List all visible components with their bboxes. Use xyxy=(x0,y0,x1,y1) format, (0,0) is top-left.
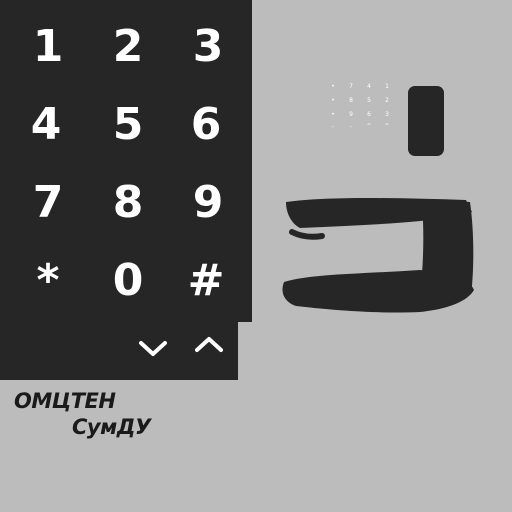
mini-key: 1 xyxy=(385,83,389,90)
mini-keypad-preview: • 7 4 1 • 8 5 2 • 9 6 3 - - ^ ^ xyxy=(324,80,400,130)
mini-key: 7 xyxy=(349,83,353,90)
keypad-panel-edge xyxy=(238,0,252,322)
mini-key: - xyxy=(349,123,353,130)
key-0[interactable]: 0 xyxy=(98,250,158,310)
mini-key: • xyxy=(331,83,335,90)
chevron-down-icon xyxy=(139,341,167,356)
key-3[interactable]: 3 xyxy=(178,16,238,76)
chevron-up-icon xyxy=(195,337,223,352)
key-hash[interactable]: # xyxy=(176,250,236,310)
scroll-up-button[interactable] xyxy=(187,326,231,362)
mini-key: • xyxy=(331,97,335,104)
key-1[interactable]: 1 xyxy=(18,16,78,76)
card-slot xyxy=(408,86,444,156)
key-5[interactable]: 5 xyxy=(98,94,158,154)
key-7[interactable]: 7 xyxy=(18,172,78,232)
mini-key: ^ xyxy=(384,123,390,130)
brand-line-2: СумДУ xyxy=(72,415,151,439)
scroll-down-button[interactable] xyxy=(131,330,175,366)
mini-key: - xyxy=(331,123,335,130)
key-8[interactable]: 8 xyxy=(98,172,158,232)
brand-logo: ОМЦТЕН СумДУ xyxy=(14,388,151,440)
mini-key: 5 xyxy=(367,97,371,104)
mini-key: 4 xyxy=(367,83,371,90)
brand-line-1: ОМЦТЕН xyxy=(14,389,116,413)
mini-key: 2 xyxy=(385,97,389,104)
keypad-panel: 1 2 3 4 5 6 7 8 9 * 0 # xyxy=(0,0,238,380)
mini-key: ^ xyxy=(366,123,372,130)
key-4[interactable]: 4 xyxy=(16,94,76,154)
key-6[interactable]: 6 xyxy=(176,94,236,154)
key-2[interactable]: 2 xyxy=(98,16,158,76)
key-star[interactable]: * xyxy=(18,250,78,310)
mini-key: 8 xyxy=(349,97,353,104)
key-9[interactable]: 9 xyxy=(178,172,238,232)
